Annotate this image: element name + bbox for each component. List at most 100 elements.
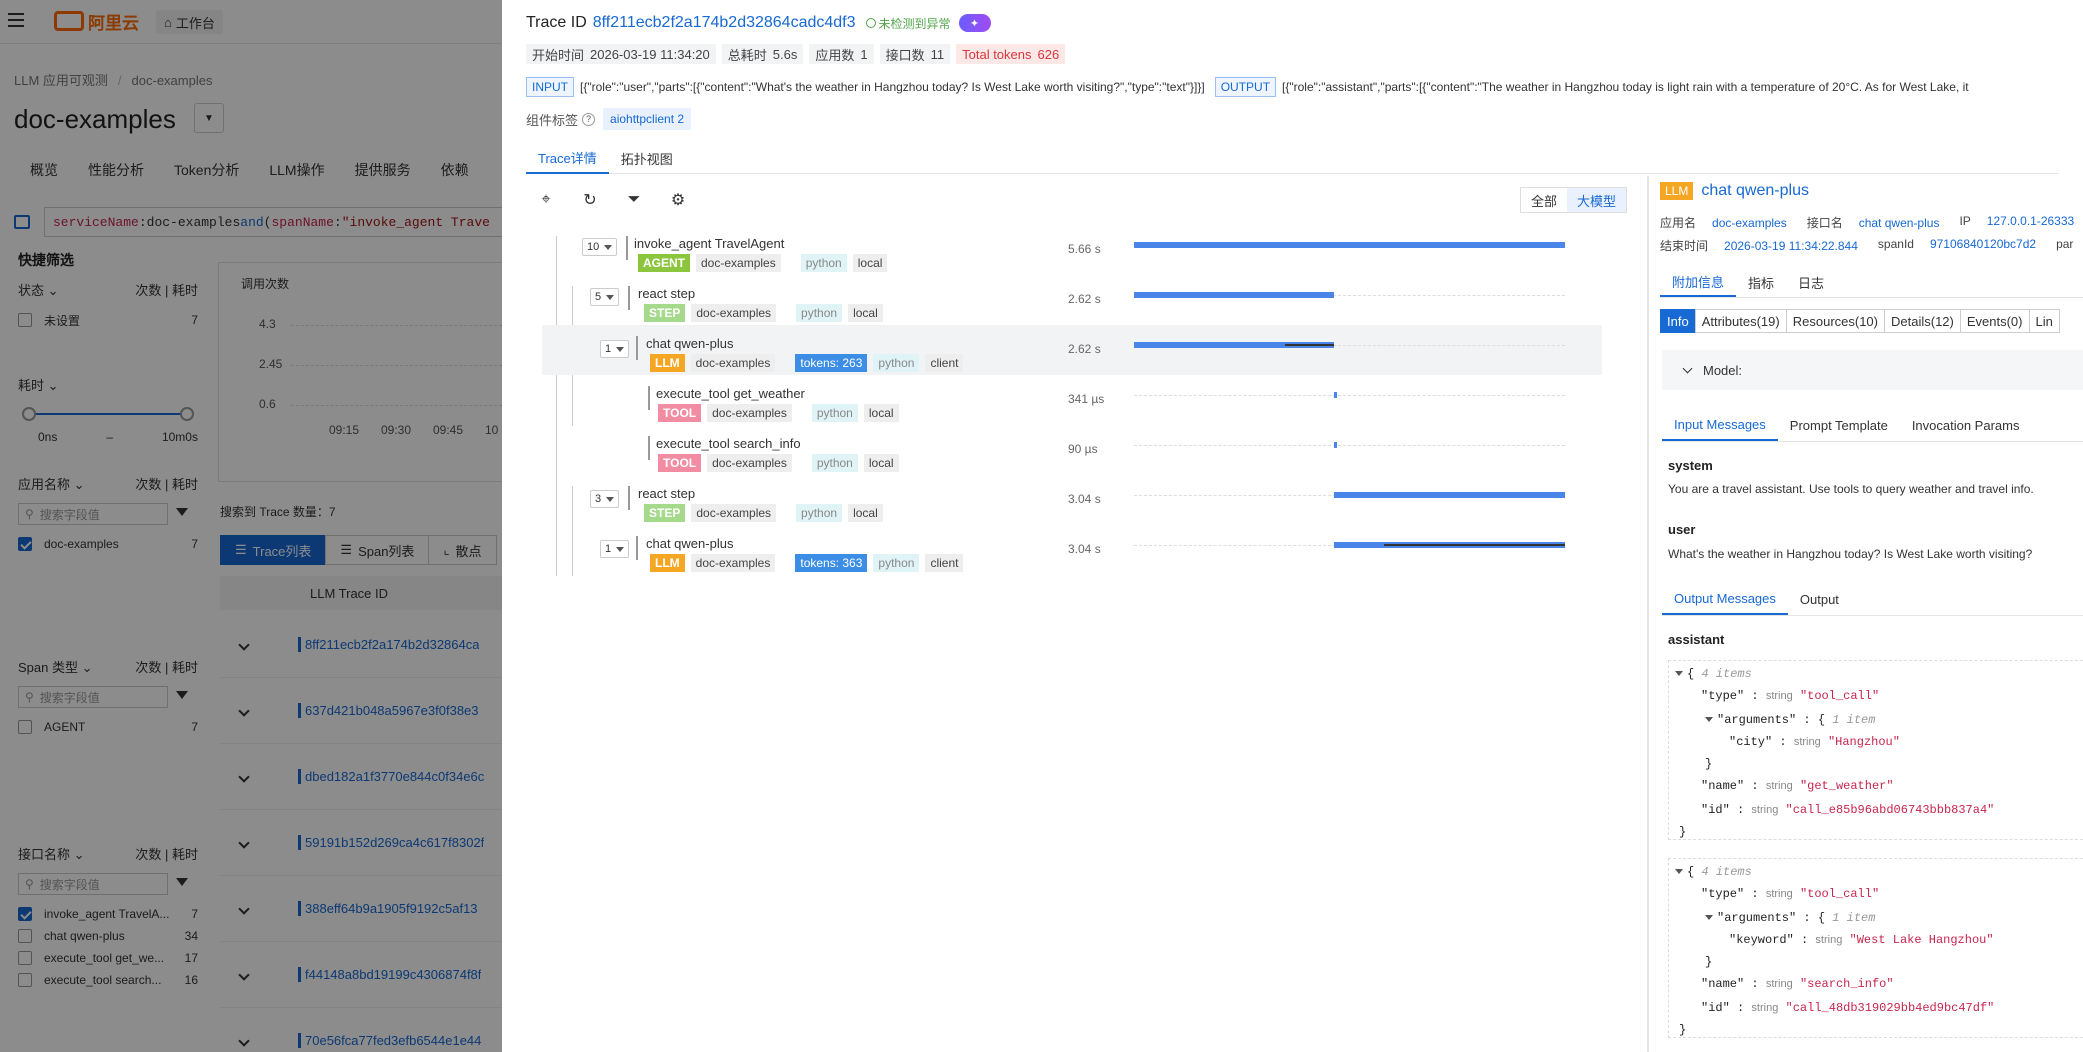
span-depth-bar — [648, 386, 650, 410]
span-depth-bar — [628, 286, 630, 310]
span-detail-header: LLM chat qwen-plus — [1660, 182, 1809, 200]
trace-id-label: Trace ID — [526, 14, 587, 31]
json-line: "name" : string "search_info" — [1701, 977, 1894, 991]
tab-input-messages[interactable]: Input Messages — [1662, 410, 1778, 441]
span-duration: 3.04 s — [1068, 492, 1101, 506]
ip-link[interactable]: 127.0.0.1-26333 — [1987, 214, 2074, 228]
tab-extra-info[interactable]: 附加信息 — [1660, 268, 1737, 297]
panel-splitter[interactable] — [1647, 176, 1649, 1052]
end-time-value: 2026-03-19 11:34:22.844 — [1724, 239, 1858, 253]
model-section[interactable]: Model: — [1662, 350, 2083, 390]
collapse-toggle[interactable]: 1 — [600, 540, 630, 558]
ai-diagnose-icon[interactable]: ✦ — [958, 14, 991, 32]
json-open[interactable]: { 4 items — [1675, 865, 1752, 879]
json-value: "tool_call" — [1799, 887, 1880, 901]
collapse-toggle[interactable]: 3 — [590, 490, 620, 508]
meta-key: IP — [1959, 214, 1971, 228]
seg-llm[interactable]: 大模型 — [1567, 188, 1627, 212]
span-row[interactable]: 10 invoke_agent TravelAgent AGENT doc-exa… — [542, 232, 1602, 282]
meta-duration: 总耗时 5.6s — [721, 44, 804, 64]
trace-id-value[interactable]: 8ff211ecb2f2a174b2d32864cadc4df3 — [593, 14, 856, 32]
seg-all[interactable]: 全部 — [1521, 188, 1567, 212]
language-tag: python — [873, 354, 920, 372]
timeline-subbar — [1284, 344, 1335, 346]
span-depth-bar — [648, 436, 650, 460]
span-tags: AGENT doc-examples python local — [638, 254, 893, 272]
span-name: execute_tool get_weather — [656, 386, 805, 401]
kind-tag: local — [848, 504, 883, 522]
json-close: } — [1705, 955, 1713, 969]
locate-icon[interactable]: ⌖ — [536, 190, 556, 210]
json-close: } — [1679, 825, 1687, 839]
timeline-bar — [1134, 292, 1335, 298]
span-row[interactable]: execute_tool search_info TOOL doc-example… — [542, 432, 1602, 482]
json-open[interactable]: { 4 items — [1675, 667, 1752, 681]
span-depth-bar — [636, 536, 638, 560]
output-tag: OUTPUT — [1214, 77, 1277, 97]
span-row-selected[interactable]: 1 chat qwen-plus LLM doc-examples tokens: … — [542, 325, 1602, 375]
span-row[interactable]: 1 chat qwen-plus LLM doc-examples tokens: … — [542, 532, 1602, 582]
check-circle-icon — [865, 18, 876, 28]
chevron-down-icon — [1682, 363, 1693, 373]
language-tag: python — [796, 504, 843, 522]
btn-info[interactable]: Info — [1660, 309, 1696, 333]
info-segmented: Info Attributes(19) Resources(10) Detail… — [1660, 309, 2060, 333]
timeline-bar — [1334, 442, 1338, 448]
tab-logs[interactable]: 日志 — [1786, 268, 1836, 297]
json-value: "call_48db319029bb4ed9bc47df" — [1785, 1001, 1995, 1015]
json-type: string — [1765, 690, 1793, 702]
meta-key: Total tokens — [962, 46, 1032, 62]
component-tag[interactable]: aiohttpclient 2 — [603, 108, 692, 130]
spanid-value[interactable]: 97106840120bc7d2 — [1930, 237, 2036, 251]
tab-topology[interactable]: 拓扑视图 — [609, 142, 685, 174]
span-row[interactable]: execute_tool get_weather TOOL doc-example… — [542, 382, 1602, 432]
span-depth-bar — [628, 486, 630, 510]
gear-icon[interactable]: ⚙ — [668, 190, 688, 210]
btn-resources[interactable]: Resources(10) — [1785, 309, 1885, 333]
tab-output[interactable]: Output — [1788, 584, 1851, 615]
app-link[interactable]: doc-examples — [1712, 216, 1787, 230]
json-value: "West Lake Hangzhou" — [1849, 933, 1994, 947]
btn-links[interactable]: Lin — [2028, 309, 2060, 333]
filter-icon[interactable]: ⏷ — [624, 190, 644, 210]
refresh-icon[interactable]: ↻ — [580, 190, 600, 210]
btn-details[interactable]: Details(12) — [1884, 309, 1961, 333]
input-tag: INPUT — [526, 77, 574, 97]
span-detail-title[interactable]: chat qwen-plus — [1701, 182, 1809, 200]
btn-events[interactable]: Events(0) — [1959, 309, 2030, 333]
help-icon[interactable]: ? — [582, 112, 596, 126]
btn-attributes[interactable]: Attributes(19) — [1694, 309, 1787, 333]
meta-parent-truncated: par — [2056, 237, 2074, 251]
json-close: } — [1679, 1023, 1687, 1037]
tab-metrics[interactable]: 指标 — [1736, 268, 1786, 297]
span-type-tag: TOOL — [658, 404, 702, 422]
tab-invocation-params[interactable]: Invocation Params — [1900, 410, 2032, 441]
caret-down-icon — [1675, 869, 1683, 875]
span-row[interactable]: 3 react step STEP doc-examples python local… — [542, 482, 1602, 532]
tab-prompt-template[interactable]: Prompt Template — [1778, 410, 1900, 441]
system-message: You are a travel assistant. Use tools to… — [1668, 482, 2034, 496]
tab-trace-detail[interactable]: Trace详情 — [526, 142, 609, 174]
span-scope-toggle: 全部 大模型 — [1520, 187, 1628, 213]
child-count: 1 — [605, 543, 612, 555]
language-tag: python — [873, 554, 920, 572]
json-type: string — [1751, 1002, 1779, 1014]
meta-apps: 应用数 1 — [809, 44, 874, 64]
anomaly-status: 未检测到异常 — [865, 15, 951, 32]
span-depth-bar — [626, 236, 628, 260]
collapse-toggle[interactable]: 1 — [600, 340, 630, 358]
json-key: "id" — [1701, 803, 1730, 817]
timeline-subbar — [1383, 544, 1565, 546]
span-meta-row: 应用名 doc-examples 接口名 chat qwen-plus IP 127.… — [1660, 214, 2083, 231]
json-value: "Hangzhou" — [1827, 735, 1900, 749]
caret-down-icon — [616, 546, 625, 552]
json-line[interactable]: "arguments" : { 1 item — [1705, 911, 1875, 925]
drawer-mask[interactable] — [0, 0, 502, 1052]
meta-value: 626 — [1037, 46, 1060, 62]
json-type: string — [1815, 934, 1843, 946]
api-link[interactable]: chat qwen-plus — [1859, 216, 1940, 230]
json-line[interactable]: "arguments" : { 1 item — [1705, 713, 1875, 727]
tab-output-messages[interactable]: Output Messages — [1662, 584, 1788, 615]
collapse-toggle[interactable]: 5 — [590, 288, 620, 306]
collapse-toggle[interactable]: 10 — [582, 238, 618, 256]
